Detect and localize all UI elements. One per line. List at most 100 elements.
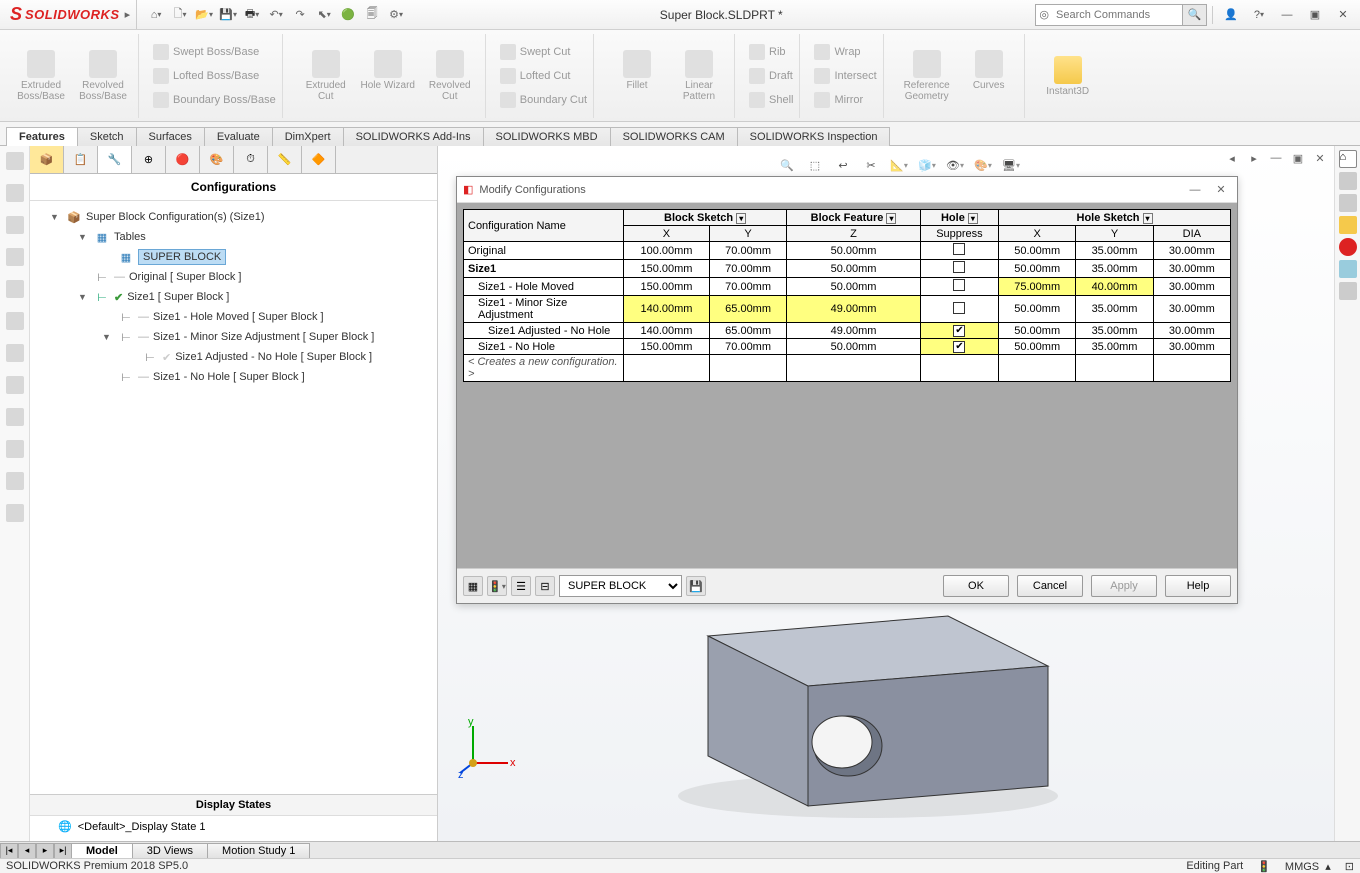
wrap-button[interactable]: Wrap	[814, 40, 876, 64]
draft-button[interactable]: Draft	[749, 64, 793, 88]
view-orientation-icon[interactable]: 📐	[888, 154, 910, 176]
home-icon[interactable]: ⌂	[145, 4, 167, 26]
tree-config-minor-adj[interactable]: ▼⊢—Size1 - Minor Size Adjustment [ Super…	[34, 327, 433, 347]
task-icon[interactable]	[6, 472, 24, 490]
restore-button[interactable]: ▣	[1302, 4, 1328, 26]
task-icon[interactable]	[6, 248, 24, 266]
tab-features[interactable]: Features	[6, 127, 78, 146]
window-close-button[interactable]: ✕	[1330, 4, 1356, 26]
fm-tab-feature-tree[interactable]: 📦	[30, 146, 64, 173]
col-hs-y[interactable]: Y	[1076, 226, 1153, 242]
redo-icon[interactable]: ↷	[289, 4, 311, 26]
tab-mbd[interactable]: SOLIDWORKS MBD	[483, 127, 611, 146]
instant3d-button[interactable]: Instant3D	[1039, 56, 1097, 97]
linear-pattern-button[interactable]: Linear Pattern	[670, 50, 728, 102]
task-icon[interactable]	[6, 280, 24, 298]
minimize-button[interactable]: —	[1274, 4, 1300, 26]
col-hs-x[interactable]: X	[999, 226, 1076, 242]
tab-scroll-last[interactable]: ▸|	[54, 843, 72, 859]
extruded-boss-button[interactable]: Extruded Boss/Base	[12, 50, 70, 102]
dropdown-icon[interactable]: ▾	[968, 213, 978, 224]
help-button[interactable]: Help	[1165, 575, 1231, 597]
open-file-icon[interactable]: 📂	[193, 4, 215, 26]
status-units[interactable]: MMGS ▴	[1285, 860, 1331, 873]
tree-list-icon[interactable]: ⊟	[535, 576, 555, 596]
extruded-cut-button[interactable]: Extruded Cut	[297, 50, 355, 102]
doc-close-icon[interactable]: ✕	[1310, 148, 1330, 168]
zoom-area-icon[interactable]: ⬚	[804, 154, 826, 176]
fm-tab-display[interactable]: 🔴	[166, 146, 200, 173]
table-row[interactable]: Size1150.00mm70.00mm50.00mm50.00mm35.00m…	[464, 260, 1231, 278]
lofted-boss-button[interactable]: Lofted Boss/Base	[153, 64, 276, 88]
fm-tab-other[interactable]: 🔶	[302, 146, 336, 173]
apply-scene-icon[interactable]: 🖥	[1000, 154, 1022, 176]
settings-gear-icon[interactable]: ⚙	[385, 4, 407, 26]
suppress-checkbox[interactable]	[953, 261, 965, 273]
graphics-viewport[interactable]: ◂ ▸ — ▣ ✕ 🔍 ⬚ ↩ ✂ 📐 🧊 👁 🎨 🖥 ◧Modify Conf…	[438, 146, 1360, 841]
swept-boss-button[interactable]: Swept Boss/Base	[153, 40, 276, 64]
task-library-icon[interactable]	[1339, 194, 1357, 212]
tree-config-adj-nohole[interactable]: ⊢✔Size1 Adjusted - No Hole [ Super Block…	[34, 347, 433, 367]
revolved-cut-button[interactable]: Revolved Cut	[421, 50, 479, 102]
table-row[interactable]: Size1 - Hole Moved150.00mm70.00mm50.00mm…	[464, 278, 1231, 296]
doc-prev-icon[interactable]: ◂	[1222, 148, 1242, 168]
fillet-button[interactable]: Fillet	[608, 50, 666, 102]
col-bs-y[interactable]: Y	[709, 226, 786, 242]
new-file-icon[interactable]: 🗋	[169, 4, 191, 26]
fm-tab-cam[interactable]: ⏱	[234, 146, 268, 173]
boundary-cut-button[interactable]: Boundary Cut	[500, 88, 587, 112]
edit-appearance-icon[interactable]: 🎨	[972, 154, 994, 176]
tree-config-size1[interactable]: ▼⊢✔Size1 [ Super Block ]	[34, 287, 433, 307]
list-icon[interactable]: ☰	[511, 576, 531, 596]
tab-surfaces[interactable]: Surfaces	[136, 127, 205, 146]
task-properties-icon[interactable]	[1339, 282, 1357, 300]
traffic-light-icon[interactable]: 🚦	[487, 576, 507, 596]
boundary-boss-button[interactable]: Boundary Boss/Base	[153, 88, 276, 112]
tab-dimxpert[interactable]: DimXpert	[272, 127, 344, 146]
tab-model[interactable]: Model	[71, 843, 133, 859]
suppress-checkbox[interactable]: ✔	[953, 325, 965, 337]
search-input[interactable]	[1052, 5, 1182, 25]
revolved-boss-button[interactable]: Revolved Boss/Base	[74, 50, 132, 102]
task-view-palette-icon[interactable]	[1339, 238, 1357, 256]
search-button[interactable]: 🔍	[1182, 5, 1206, 25]
swept-cut-button[interactable]: Swept Cut	[500, 40, 587, 64]
tab-addins[interactable]: SOLIDWORKS Add-Ins	[343, 127, 484, 146]
col-dia[interactable]: DIA	[1153, 226, 1230, 242]
save-icon[interactable]: 💾	[217, 4, 239, 26]
tree-tables[interactable]: ▼▦Tables	[34, 227, 433, 247]
col-group-hole-sketch[interactable]: Hole Sketch ▾	[999, 210, 1231, 226]
dropdown-icon[interactable]: ▾	[886, 213, 896, 224]
user-icon[interactable]: 👤	[1218, 4, 1244, 26]
search-commands[interactable]: ◎ 🔍	[1035, 4, 1207, 26]
dropdown-icon[interactable]: ▾	[1143, 213, 1153, 224]
tab-motion-study[interactable]: Motion Study 1	[207, 843, 310, 859]
col-suppress[interactable]: Suppress	[920, 226, 998, 242]
doc-next-icon[interactable]: ▸	[1244, 148, 1264, 168]
rebuild-icon[interactable]: 🟢	[337, 4, 359, 26]
task-resources-icon[interactable]	[1339, 172, 1357, 190]
tab-cam[interactable]: SOLIDWORKS CAM	[610, 127, 738, 146]
doc-minimize-icon[interactable]: —	[1266, 148, 1286, 168]
suppress-checkbox[interactable]	[953, 243, 965, 255]
print-icon[interactable]: 🖶	[241, 4, 263, 26]
options-icon[interactable]: 🗐	[361, 4, 383, 26]
col-group-block-sketch[interactable]: Block Sketch ▾	[624, 210, 787, 226]
doc-restore-icon[interactable]: ▣	[1288, 148, 1308, 168]
tab-evaluate[interactable]: Evaluate	[204, 127, 273, 146]
tree-config-nohole[interactable]: ⊢—Size1 - No Hole [ Super Block ]	[34, 367, 433, 387]
dropdown-icon[interactable]: ▾	[736, 213, 746, 224]
task-appearances-icon[interactable]	[1339, 260, 1357, 278]
fm-tab-markup[interactable]: 📏	[268, 146, 302, 173]
fm-tab-dimxpert[interactable]: ⊕	[132, 146, 166, 173]
mirror-button[interactable]: Mirror	[814, 88, 876, 112]
tree-table-item[interactable]: ▦SUPER BLOCK	[34, 247, 433, 267]
tab-sketch[interactable]: Sketch	[77, 127, 137, 146]
suppress-checkbox[interactable]	[953, 279, 965, 291]
tree-root[interactable]: ▼📦Super Block Configuration(s) (Size1)	[34, 207, 433, 227]
task-icon[interactable]	[6, 312, 24, 330]
task-icon[interactable]	[6, 408, 24, 426]
intersect-button[interactable]: Intersect	[814, 64, 876, 88]
col-bf-z[interactable]: Z	[787, 226, 921, 242]
table-row[interactable]: Size1 Adjusted - No Hole140.00mm65.00mm4…	[464, 323, 1231, 339]
